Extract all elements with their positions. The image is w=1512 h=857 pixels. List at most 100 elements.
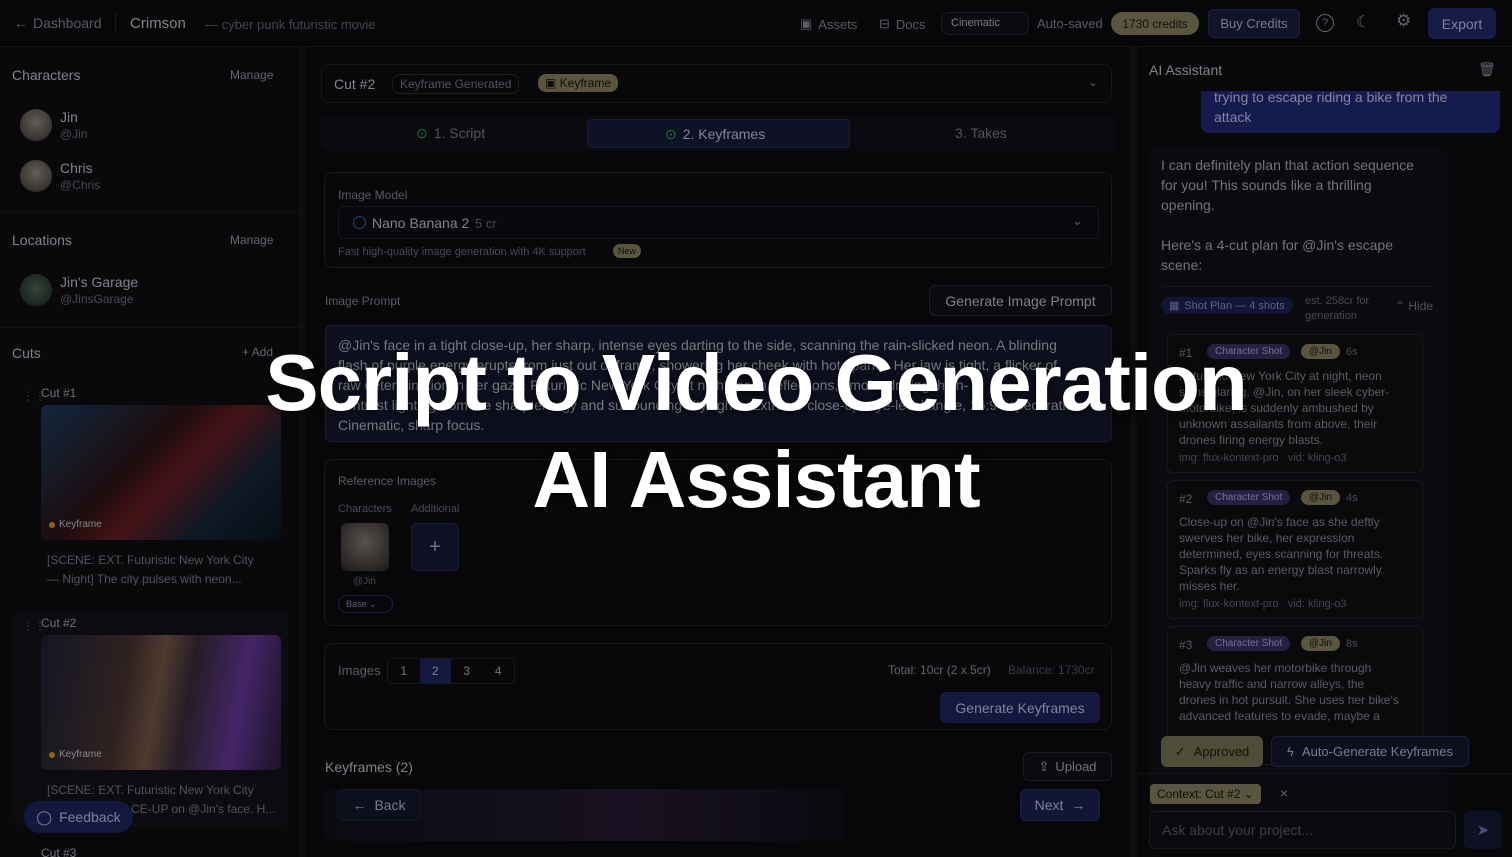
feedback-button[interactable]: ◯ Feedback xyxy=(24,801,133,833)
character-item-chris[interactable]: Chris @Chris xyxy=(20,160,100,192)
image-count-option[interactable]: 4 xyxy=(483,659,515,683)
hide-label: Hide xyxy=(1408,299,1434,313)
ref-character-handle: @Jin xyxy=(353,576,376,587)
back-button[interactable]: ← Back xyxy=(337,789,421,821)
character-item-jin[interactable]: Jin @Jin xyxy=(20,109,88,141)
shot-line: determined, eyes scanning for threats. xyxy=(1179,547,1384,561)
approved-button[interactable]: ✓ Approved xyxy=(1161,736,1263,767)
message-line: attack xyxy=(1214,109,1252,125)
avatar xyxy=(20,109,52,141)
buy-credits-button[interactable]: Buy Credits xyxy=(1208,9,1300,38)
context-select[interactable]: Context: Cut #2 ⌄ xyxy=(1150,784,1261,804)
image-prompt-label: Image Prompt xyxy=(325,294,401,308)
images-label: Images xyxy=(338,663,381,678)
chevron-down-icon: ⌄ xyxy=(1072,213,1083,228)
location-item-garage[interactable]: Jin's Garage @JinsGarage xyxy=(20,274,138,306)
shot-line: Sparks fly as an energy blast narrowly xyxy=(1179,563,1382,577)
image-model-description: Fast high-quality image generation with … xyxy=(338,246,586,258)
close-icon[interactable]: × xyxy=(1280,785,1288,801)
arrow-left-icon: ← xyxy=(352,797,367,813)
cut-thumbnail[interactable]: Keyframe xyxy=(41,635,281,770)
base-select[interactable]: Base ⌄ xyxy=(338,595,393,613)
divider xyxy=(115,12,116,34)
shot-description: @Jin weaves her motorbike through heavy … xyxy=(1179,660,1399,724)
chat-input[interactable]: Ask about your project... xyxy=(1149,811,1456,849)
top-bar: ← Dashboard Crimson — cyber punk futuris… xyxy=(0,0,1512,47)
assets-button[interactable]: ▣ Assets xyxy=(800,16,857,32)
film-icon: ▦ xyxy=(1169,300,1180,312)
tab-label: 2. Keyframes xyxy=(682,126,766,142)
next-button[interactable]: Next → xyxy=(1020,789,1100,821)
total-cost: Total: 10cr (2 x 5cr) xyxy=(888,663,991,677)
reference-character-image[interactable] xyxy=(341,523,389,571)
generate-image-prompt-button[interactable]: Generate Image Prompt xyxy=(929,285,1112,316)
characters-manage-link[interactable]: Manage xyxy=(230,68,273,82)
character-handle: @Jin xyxy=(60,127,88,141)
avatar xyxy=(20,160,52,192)
dashboard-link[interactable]: ← Dashboard xyxy=(14,15,102,31)
docs-button[interactable]: ⊟ Docs xyxy=(879,16,926,32)
tab-takes[interactable]: 3. Takes xyxy=(955,125,1007,141)
estimate-text: est. 258cr for generation xyxy=(1305,294,1369,324)
moon-icon[interactable]: ☾ xyxy=(1356,12,1370,32)
credits-badge: 1730 credits xyxy=(1111,12,1199,35)
gear-icon[interactable]: ⚙ xyxy=(1396,11,1411,31)
characters-title: Characters xyxy=(12,67,81,83)
model-icon xyxy=(353,216,366,229)
export-button[interactable]: Export xyxy=(1428,8,1496,39)
keyframe-type-label: Keyframe xyxy=(559,76,612,90)
cut-description: [SCENE: EXT. Futuristic New York City — … xyxy=(47,551,254,589)
style-select[interactable]: Cinematic xyxy=(941,12,1029,35)
back-label: Back xyxy=(374,797,406,813)
auto-generate-label: Auto-Generate Keyframes xyxy=(1301,744,1453,759)
estimate-line: est. 258cr for xyxy=(1305,295,1370,307)
image-icon: ▣ xyxy=(545,76,560,90)
shot-line: heavy traffic and narrow alleys, the xyxy=(1179,677,1365,691)
divider xyxy=(0,327,301,328)
image-model-select[interactable]: Nano Banana 2 5 cr ⌄ xyxy=(338,206,1099,239)
chat-icon: ◯ xyxy=(36,808,53,825)
next-label: Next xyxy=(1034,797,1064,813)
assets-label: Assets xyxy=(818,16,858,32)
shot-line: misses her. xyxy=(1179,579,1240,593)
help-icon[interactable]: ? xyxy=(1316,14,1334,32)
locations-title: Locations xyxy=(12,232,72,248)
dot-icon xyxy=(49,751,55,758)
send-icon[interactable]: ➤ xyxy=(1464,811,1502,849)
base-label: Base xyxy=(346,599,367,609)
cut-title[interactable]: Cut #3 xyxy=(41,846,76,857)
image-count-option-selected[interactable]: 2 xyxy=(419,659,451,683)
image-icon: ▣ xyxy=(800,16,813,31)
locations-manage-link[interactable]: Manage xyxy=(230,233,273,247)
auto-generate-keyframes-button[interactable]: ϟ Auto-Generate Keyframes xyxy=(1271,736,1469,767)
cut-desc-line: — Night] The city pulses with neon... xyxy=(47,572,242,586)
image-count-option[interactable]: 1 xyxy=(388,659,420,683)
upload-button[interactable]: ⇪ Upload xyxy=(1023,752,1112,781)
autosave-status: Auto-saved xyxy=(1037,16,1103,31)
check-circle-icon: ⊙ xyxy=(665,126,677,142)
cut-desc-line: [SCENE: EXT. Futuristic New York City xyxy=(47,553,254,567)
book-icon: ⊟ xyxy=(879,16,890,31)
tab-script[interactable]: ⊙ 1. Script xyxy=(416,125,485,142)
add-reference-button[interactable]: + xyxy=(411,523,459,571)
step-tabs: ⊙ 1. Script ⊙ 2. Keyframes 3. Takes xyxy=(321,116,1116,151)
cut-title[interactable]: Cut #2 xyxy=(41,616,76,630)
project-name[interactable]: Crimson xyxy=(130,15,186,32)
trash-icon[interactable]: 🗑 xyxy=(1478,61,1496,78)
shot-line: swerves her bike, her expression xyxy=(1179,531,1355,545)
generate-keyframes-button[interactable]: Generate Keyframes xyxy=(940,692,1100,723)
character-name: Chris xyxy=(60,160,93,176)
cut-header-title: Cut #2 xyxy=(334,76,376,92)
shot-duration: 8s xyxy=(1346,638,1358,650)
approved-label: Approved xyxy=(1193,744,1250,759)
image-count-option[interactable]: 3 xyxy=(451,659,483,683)
shot-plan-badge: ▦ Shot Plan — 4 shots xyxy=(1161,297,1293,314)
cut-header[interactable]: Cut #2 Keyframe Generated ▣ Keyframe ⌄ xyxy=(321,64,1112,103)
hide-toggle[interactable]: ⌃ Hide xyxy=(1395,299,1433,313)
keyframe-type-badge: ▣ Keyframe xyxy=(538,74,619,92)
keyframe-tag-label: Keyframe xyxy=(59,749,102,760)
chevron-down-icon[interactable]: ⌄ xyxy=(1088,75,1098,89)
assistant-reply: I can definitely plan that action sequen… xyxy=(1161,155,1414,275)
tab-keyframes[interactable]: ⊙ 2. Keyframes xyxy=(587,119,850,148)
reply-line: opening. xyxy=(1161,197,1215,213)
